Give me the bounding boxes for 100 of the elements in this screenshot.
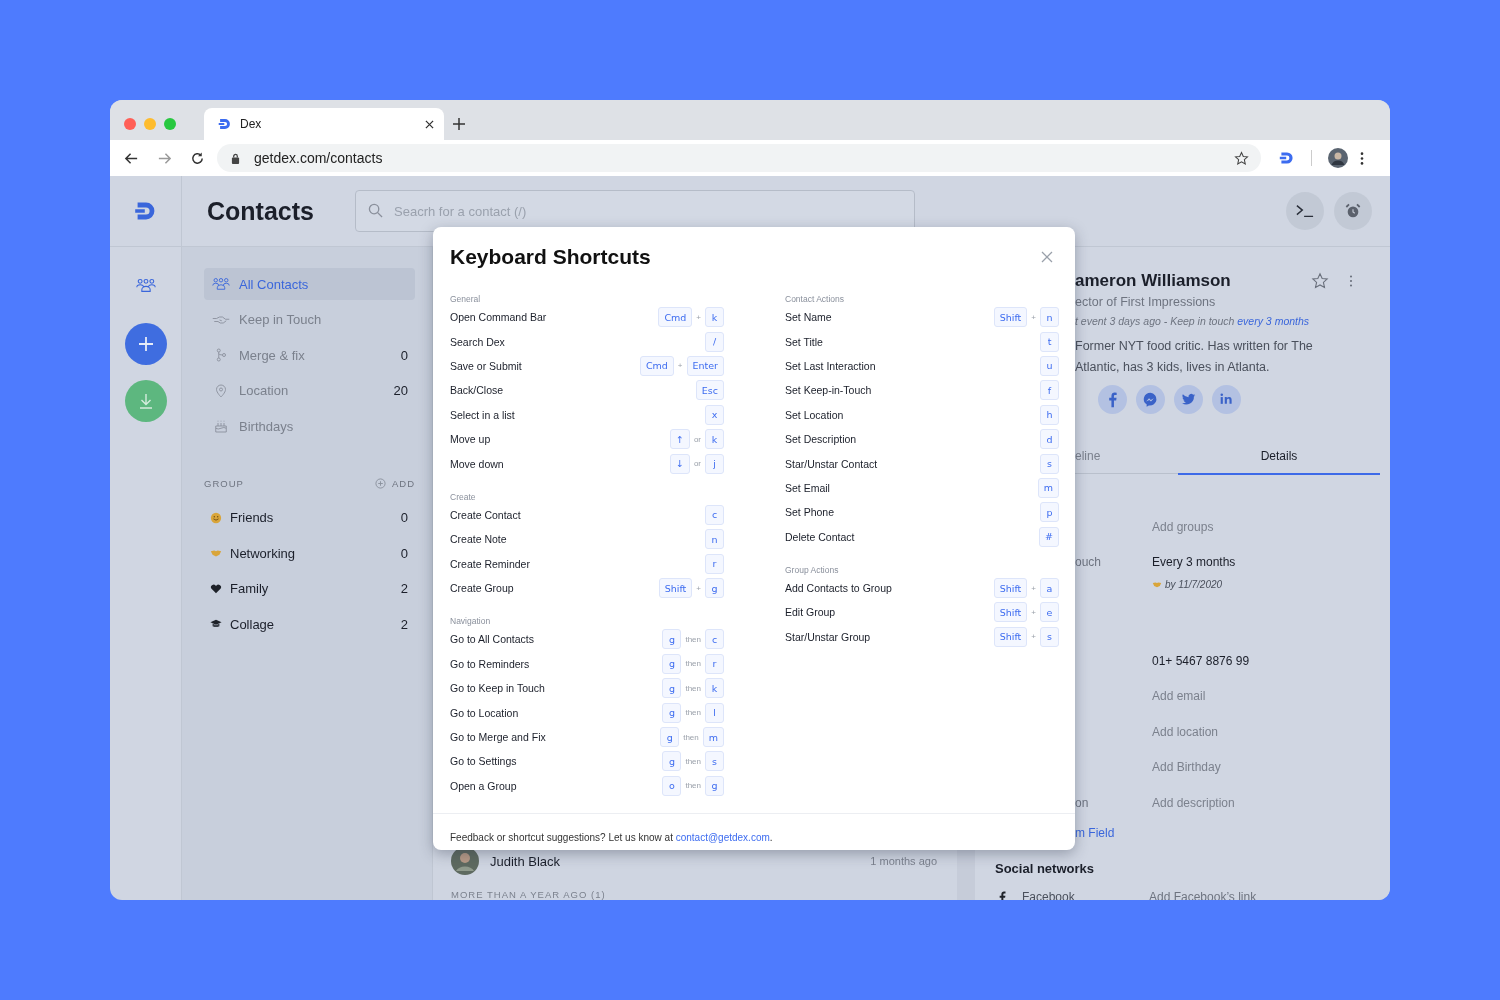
- key-cap: g: [662, 751, 682, 772]
- twitter-bird-icon[interactable]: [1174, 385, 1203, 414]
- key-cap: Shift: [993, 602, 1028, 623]
- shortcut-label: Set Name: [785, 311, 833, 324]
- maximize-window-dot[interactable]: [164, 118, 176, 130]
- key-cap: k: [705, 678, 724, 699]
- add-field-link[interactable]: Add Facebook’s link: [1149, 889, 1257, 900]
- close-window-dot[interactable]: [124, 118, 136, 130]
- shortcut-label: Go to All Contacts: [450, 633, 536, 646]
- key-cap: g: [662, 653, 682, 674]
- add-field-link[interactable]: Add email: [1152, 689, 1206, 704]
- sidebar-item[interactable]: Birthdays: [204, 410, 415, 442]
- people-icon[interactable]: [135, 278, 156, 293]
- key-separator: then: [684, 635, 702, 644]
- shortcut-label: Move down: [450, 457, 505, 470]
- facebook-icon: [999, 890, 1006, 900]
- add-field-link[interactable]: Add groups: [1152, 519, 1214, 534]
- group-item[interactable]: Collage 2: [204, 606, 415, 642]
- add-field-link[interactable]: Add location: [1152, 724, 1219, 739]
- key-cap: d: [1040, 429, 1059, 450]
- shortcut-label: Search Dex: [450, 335, 506, 348]
- sidebar-item[interactable]: Location 20: [204, 374, 415, 407]
- tab[interactable]: Details: [1178, 438, 1380, 475]
- key-cap: Esc: [695, 380, 724, 401]
- key-cap: g: [705, 578, 724, 599]
- close-icon[interactable]: [425, 119, 434, 129]
- section-heading: GROUP: [204, 477, 245, 489]
- add-custom-field-link[interactable]: m Field: [1075, 825, 1380, 840]
- shortcut-label: Move up: [450, 433, 492, 446]
- key-cap: m: [1037, 477, 1059, 498]
- minimize-window-dot[interactable]: [144, 118, 156, 130]
- browser-tab[interactable]: Dex: [204, 108, 444, 140]
- sidebar-item[interactable]: Merge & fix 0: [204, 339, 415, 371]
- star-icon[interactable]: [1311, 272, 1329, 290]
- field-value[interactable]: Every 3 months: [1152, 555, 1236, 570]
- shortcut-label: Go to Location: [450, 706, 520, 719]
- add-group-button[interactable]: ADD: [374, 477, 415, 489]
- email-link[interactable]: contact@getdex.com: [675, 832, 770, 844]
- key-cap: Cmd: [658, 307, 693, 328]
- key-cap: u: [1040, 355, 1059, 376]
- shortcut-label: Set Phone: [785, 506, 836, 519]
- shortcut-label: Set Keep-in-Touch: [785, 384, 873, 397]
- plus-icon: [137, 336, 154, 352]
- key-cap: s: [1040, 453, 1059, 474]
- due-date-note: by 11/7/2020: [1152, 579, 1223, 590]
- smiley-icon: [210, 511, 222, 524]
- group-item[interactable]: Networking 0: [204, 535, 415, 571]
- key-separator: +: [1030, 608, 1037, 617]
- bookmark-star-icon[interactable]: [1234, 150, 1249, 166]
- key-separator: +: [695, 312, 702, 322]
- shortcut-label: Select in a list: [450, 408, 516, 421]
- alarm-clock-button[interactable]: [1334, 192, 1372, 230]
- key-cap: n: [705, 529, 724, 550]
- field-label: on: [1075, 795, 1090, 810]
- key-cap: f: [1040, 380, 1059, 401]
- search-field[interactable]: Seacrh for a contact (/): [355, 190, 915, 232]
- search-icon: [368, 203, 383, 218]
- field-value[interactable]: 01+ 5467 8876 99: [1152, 653, 1250, 668]
- more-menu-icon[interactable]: [1360, 151, 1364, 165]
- key-cap: o: [662, 775, 682, 796]
- key-cap: r: [705, 553, 724, 574]
- address-bar[interactable]: getdex.com/contacts: [217, 144, 1261, 172]
- heart-icon: [210, 582, 222, 595]
- contact-meta: t event 3 days ago - Keep in touch every 3 months: [1075, 315, 1311, 327]
- dialog-title: Keyboard Shortcuts: [450, 244, 651, 269]
- feedback-text: Feedback or shortcut suggestions? Let us know at contact@getdex.com.: [450, 832, 773, 844]
- contact-title: ector of First Impressions: [1075, 295, 1217, 309]
- key-cap: g: [705, 775, 724, 796]
- key-separator: then: [684, 683, 702, 693]
- section-heading: Create: [450, 490, 477, 503]
- terminal-button[interactable]: [1286, 192, 1324, 230]
- dex-extension-icon[interactable]: [1279, 150, 1295, 166]
- key-cap: s: [1040, 626, 1059, 647]
- add-contact-button[interactable]: [124, 323, 167, 365]
- add-field-link[interactable]: Add description: [1152, 795, 1235, 810]
- group-item[interactable]: Friends 0: [204, 500, 415, 536]
- profile-avatar-icon[interactable]: [1328, 148, 1348, 168]
- sidebar-item[interactable]: Keep in Touch: [204, 303, 415, 336]
- reload-icon[interactable]: [190, 150, 205, 166]
- key-cap: Enter: [686, 355, 724, 376]
- facebook-icon[interactable]: [1098, 385, 1127, 414]
- section-heading: Group Actions: [785, 563, 840, 576]
- sidebar-item[interactable]: All Contacts: [204, 268, 415, 300]
- group-item[interactable]: Family 2: [204, 571, 415, 607]
- key-separator: +: [1030, 632, 1037, 642]
- shortcut-label: Set Email: [785, 481, 831, 494]
- linkedin-icon[interactable]: [1212, 385, 1241, 414]
- people-icon: [212, 277, 230, 291]
- keep-in-touch-link[interactable]: every 3 months: [1237, 315, 1310, 327]
- section-heading: Social networks: [995, 860, 1095, 876]
- new-tab-icon[interactable]: [453, 118, 465, 130]
- shortcut-label: Set Title: [785, 335, 824, 348]
- key-separator: then: [682, 732, 700, 742]
- key-cap: #: [1039, 526, 1059, 547]
- cake-icon: [212, 419, 230, 433]
- key-separator: +: [1030, 583, 1037, 593]
- key-cap: Shift: [993, 307, 1028, 328]
- messenger-icon[interactable]: [1136, 385, 1165, 414]
- shortcut-label: Star/Unstar Group: [785, 630, 872, 643]
- shortcut-label: Save or Submit: [450, 359, 523, 372]
